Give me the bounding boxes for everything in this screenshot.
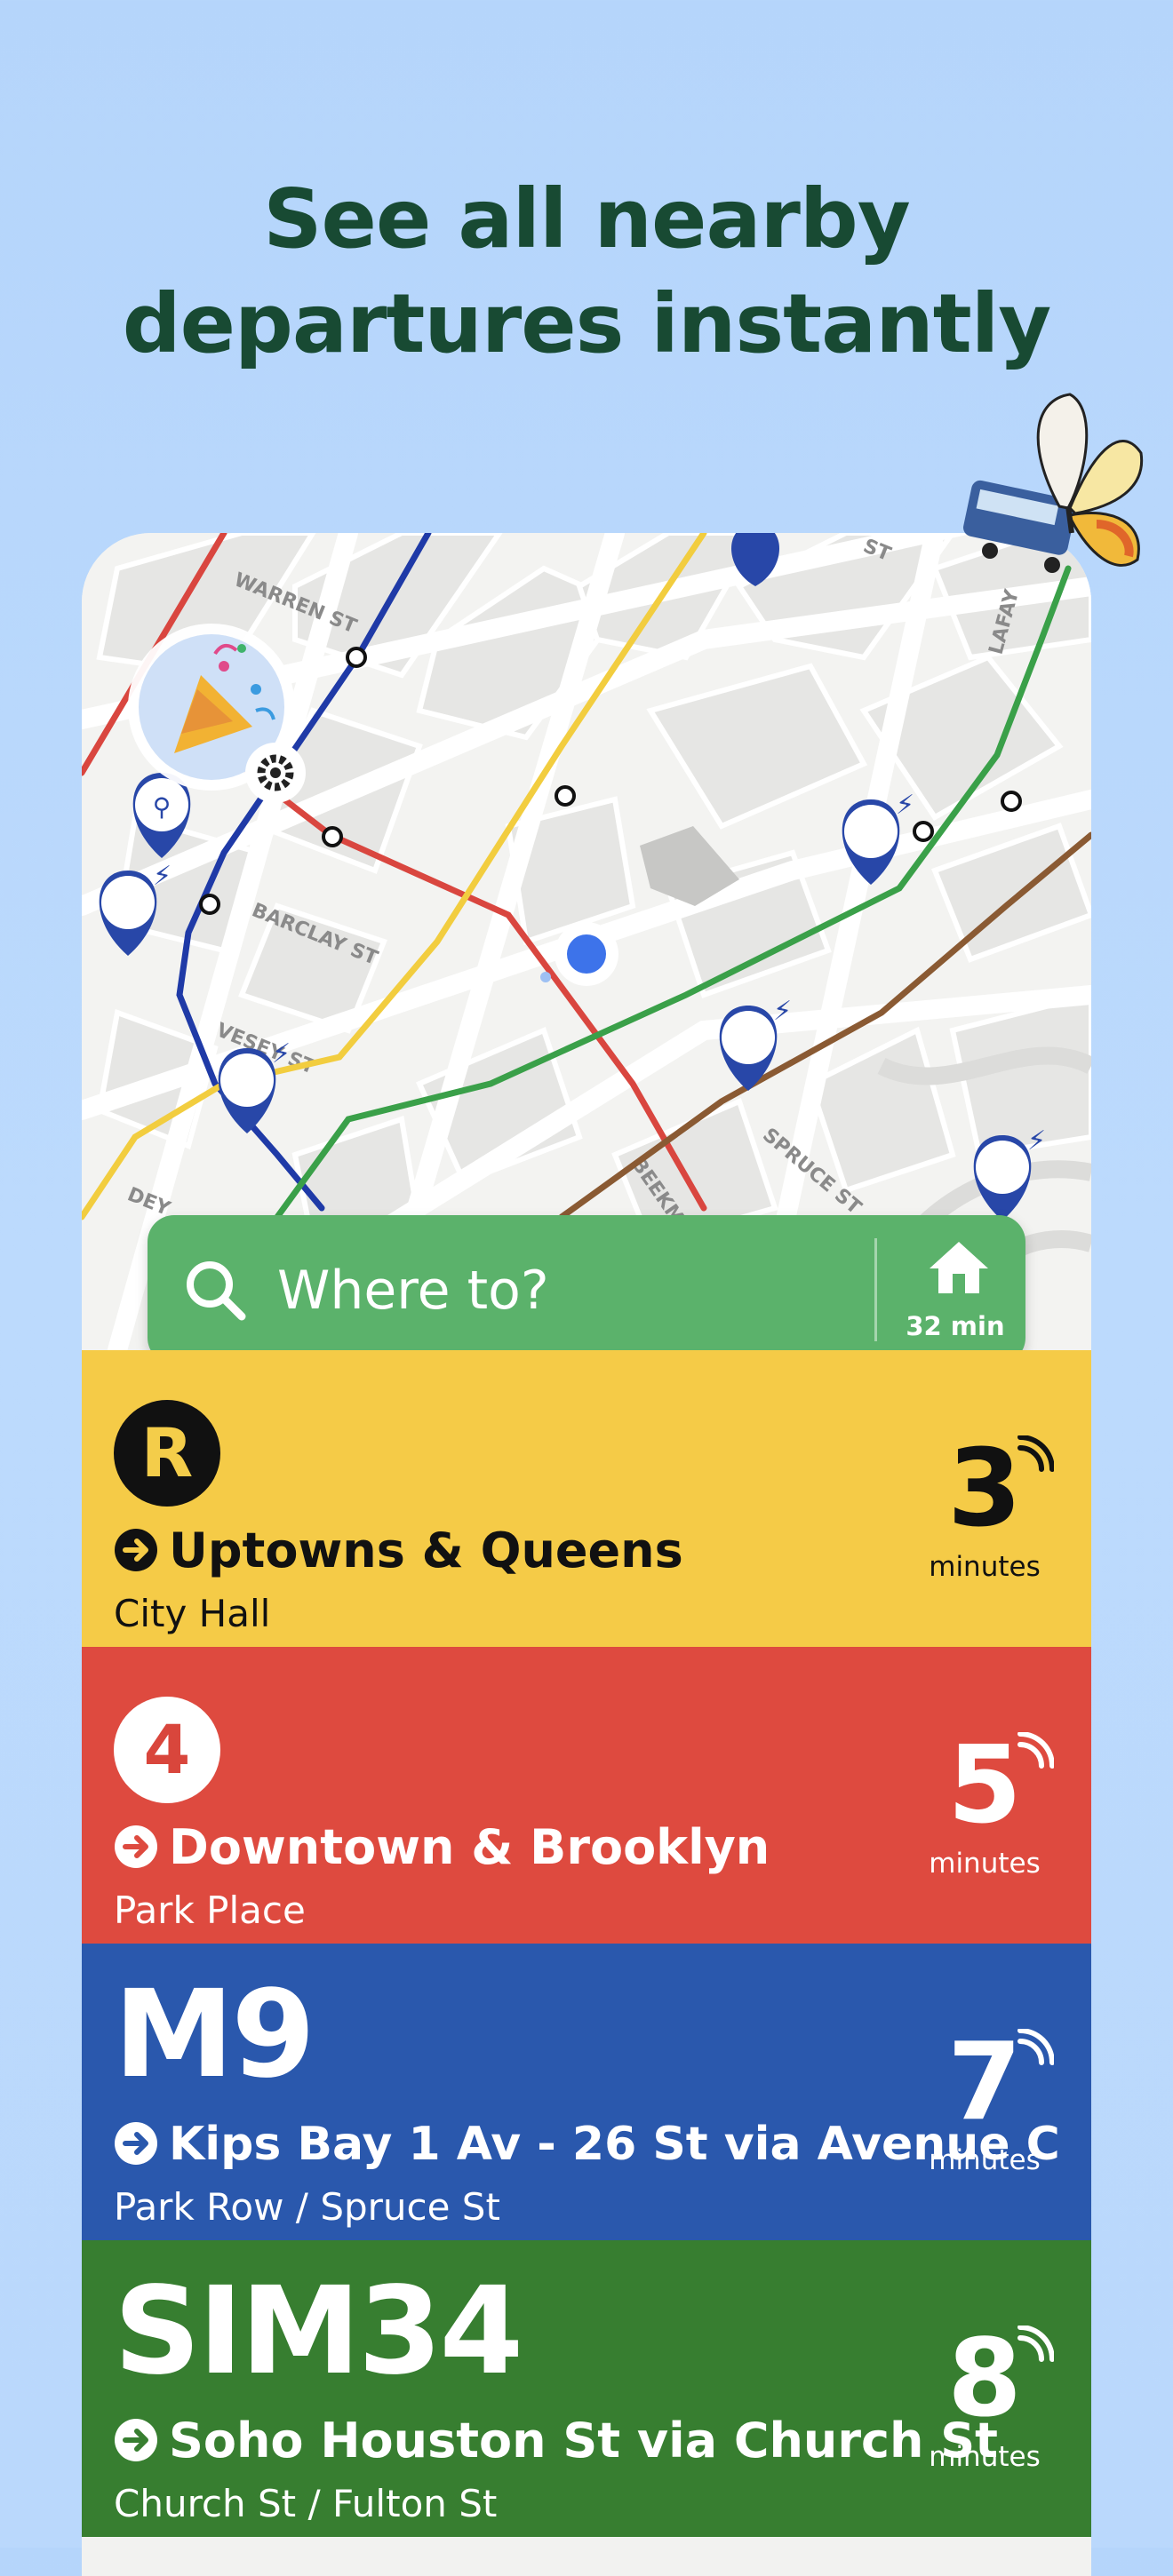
stop-name: Park Row / Spruce St [114, 2185, 500, 2229]
route-badge: SIM34 [114, 2262, 523, 2402]
direction-arrow-icon [115, 2122, 157, 2165]
stop-name: City Hall [114, 1592, 271, 1635]
svg-text:⚲: ⚲ [153, 792, 172, 822]
direction-arrow-icon [115, 1529, 157, 1571]
search-icon [187, 1261, 246, 1321]
home-icon [930, 1242, 988, 1293]
svg-text:⚡: ⚡ [1027, 1125, 1046, 1157]
direction-arrow-icon [115, 2419, 157, 2461]
minutes-label: minutes [929, 2144, 1041, 2176]
gear-icon[interactable] [245, 743, 306, 803]
route-destination: Uptowns & Queens [169, 1523, 683, 1578]
minutes-label: minutes [929, 1551, 1041, 1583]
search-placeholder[interactable]: Where to? [277, 1260, 549, 1322]
realtime-icon [1017, 2326, 1054, 2362]
svg-text:⚡: ⚡ [153, 861, 172, 892]
direction-arrow-icon [115, 1825, 157, 1868]
search-divider [874, 1238, 877, 1341]
route-destination: Soho Houston St via Church St [169, 2413, 998, 2469]
route-badge: 4 [114, 1697, 220, 1803]
minutes-label: minutes [929, 1848, 1041, 1880]
home-shortcut-button[interactable]: 32 min [885, 1215, 1025, 1364]
departure-row-m9[interactable]: M9 Kips Bay 1 Av - 26 St via Avenue C Pa… [82, 1944, 1091, 2240]
realtime-icon [1017, 1732, 1054, 1769]
app-card: WARREN ST BARCLAY ST VESEY ST SPRUCE ST … [82, 533, 1091, 2576]
headline: See all nearby departures instantly [0, 167, 1173, 377]
stop-name: Park Place [114, 1888, 306, 1932]
svg-text:⚡: ⚡ [896, 790, 914, 821]
butterfly-bus-illustration [963, 393, 1144, 573]
realtime-icon [1017, 1435, 1054, 1472]
search-bar[interactable]: Where to? 32 min [148, 1215, 1025, 1364]
route-badge: R [114, 1400, 220, 1507]
minutes-label: minutes [929, 2441, 1041, 2473]
svg-text:⚡: ⚡ [272, 1038, 291, 1069]
departure-row-sim34[interactable]: SIM34 Soho Houston St via Church St Chur… [82, 2240, 1091, 2537]
svg-text:⚡: ⚡ [773, 996, 792, 1027]
headline-line-1: See all nearby [263, 171, 910, 266]
stop-name: Church St / Fulton St [114, 2482, 498, 2525]
realtime-icon [1017, 2029, 1054, 2065]
headline-line-2: departures instantly [122, 276, 1051, 371]
route-badge: M9 [114, 1965, 315, 2105]
departure-row-4[interactable]: 4 Downtown & Brooklyn Park Place 5 minut… [82, 1647, 1091, 1944]
departure-row-r[interactable]: R Uptowns & Queens City Hall 3 minutes [82, 1350, 1091, 1647]
home-travel-time: 32 min [906, 1311, 1005, 1341]
route-destination: Downtown & Brooklyn [169, 1819, 770, 1875]
